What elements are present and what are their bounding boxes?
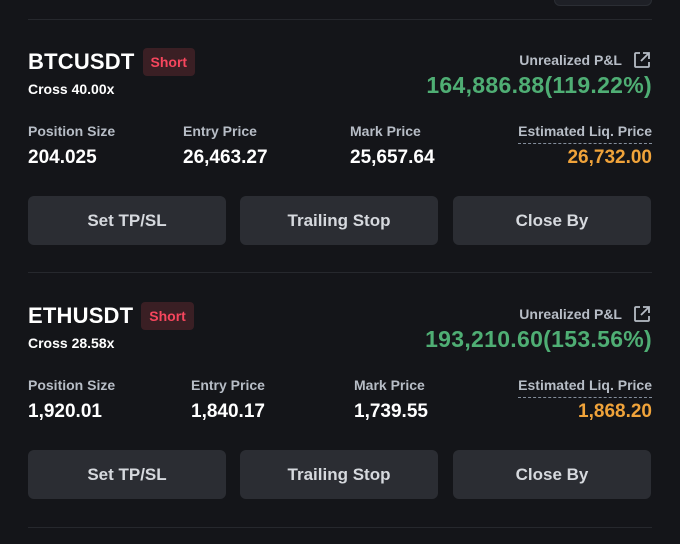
top-button-stub[interactable] [554,0,652,6]
position-symbol[interactable]: BTCUSDT [28,49,135,75]
entry-price-label: Entry Price [191,377,265,393]
mark-price-label: Mark Price [354,377,425,393]
position-size-label: Position Size [28,377,116,393]
margin-mode: Cross 40.00x [28,81,115,97]
unrealized-pnl-label: Unrealized P&L [519,52,622,68]
symbol-row: BTCUSDT Short [28,48,196,76]
trailing-stop-button[interactable]: Trailing Stop [240,196,438,245]
entry-price: Entry Price 26,463.27 [183,123,268,169]
mark-price-value: 1,739.55 [354,401,428,422]
position-size-value: 204.025 [28,147,97,168]
divider [28,19,652,20]
entry-price-value: 1,840.17 [191,401,265,422]
liq-price: Estimated Liq. Price 1,868.20 [518,377,652,423]
mark-price-value: 25,657.64 [350,147,435,168]
liq-price: Estimated Liq. Price 26,732.00 [518,123,652,169]
position-size: Position Size 1,920.01 [28,377,115,423]
position-card-btcusdt: BTCUSDT Short Cross 40.00x Unrealized P&… [28,40,652,276]
position-size-value: 1,920.01 [28,401,102,422]
unrealized-pnl-value: 193,210.60(153.56%) [425,326,652,352]
mark-price: Mark Price 1,739.55 [354,377,428,423]
entry-price-value: 26,463.27 [183,147,268,168]
divider [28,272,652,273]
liq-price-label[interactable]: Estimated Liq. Price [518,123,652,144]
liq-price-value: 26,732.00 [567,147,652,168]
unrealized-pnl-header: Unrealized P&L [519,50,652,70]
trailing-stop-button[interactable]: Trailing Stop [240,450,438,499]
unrealized-pnl-label: Unrealized P&L [519,306,622,322]
entry-price: Entry Price 1,840.17 [191,377,265,423]
liq-price-value: 1,868.20 [578,401,652,422]
unrealized-pnl-value: 164,886.88(119.22%) [426,72,652,98]
position-symbol[interactable]: ETHUSDT [28,303,133,329]
entry-price-label: Entry Price [183,123,257,139]
mark-price: Mark Price 25,657.64 [350,123,435,169]
margin-mode: Cross 28.58x [28,335,115,351]
liq-price-label[interactable]: Estimated Liq. Price [518,377,652,398]
mark-price-label: Mark Price [350,123,421,139]
close-by-button[interactable]: Close By [453,450,651,499]
set-tpsl-button[interactable]: Set TP/SL [28,196,226,245]
set-tpsl-button[interactable]: Set TP/SL [28,450,226,499]
external-link-icon[interactable] [632,50,652,70]
symbol-row: ETHUSDT Short [28,302,194,330]
divider [28,527,652,528]
position-size-label: Position Size [28,123,116,139]
external-link-icon[interactable] [632,304,652,324]
side-badge: Short [142,48,196,76]
unrealized-pnl-header: Unrealized P&L [519,304,652,324]
position-card-ethusdt: ETHUSDT Short Cross 28.58x Unrealized P&… [28,294,652,530]
side-badge: Short [141,302,194,330]
position-size: Position Size 204.025 [28,123,115,169]
close-by-button[interactable]: Close By [453,196,651,245]
